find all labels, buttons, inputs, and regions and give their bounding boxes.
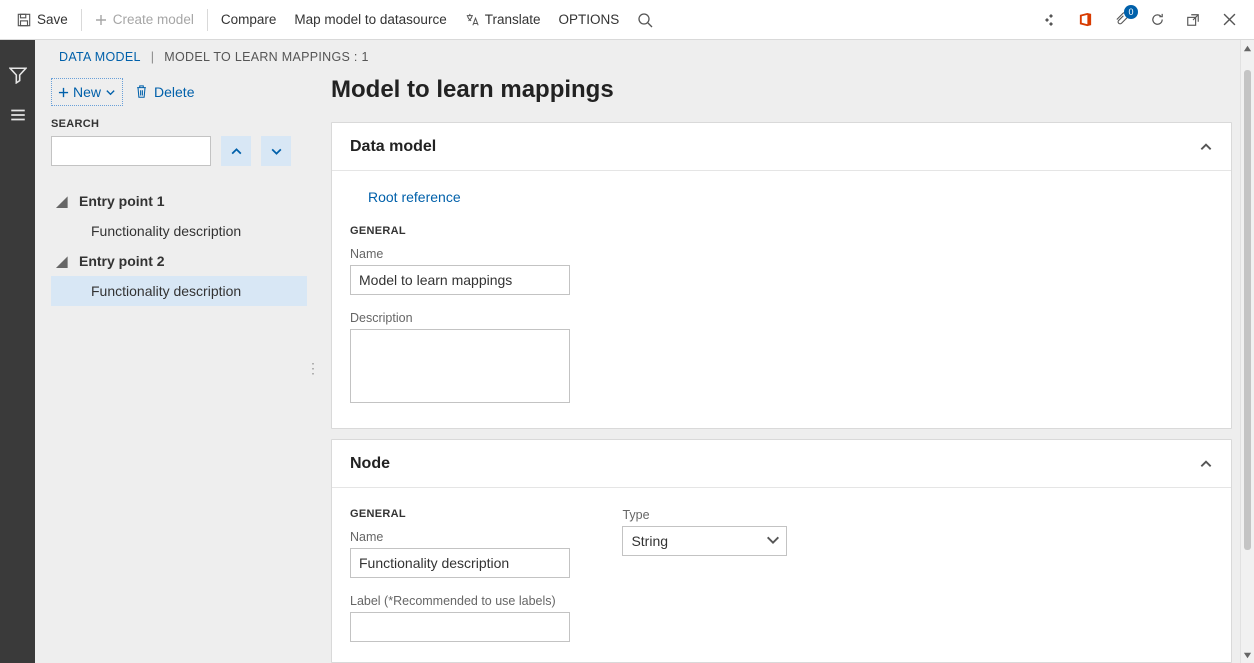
office-icon (1078, 12, 1093, 27)
list-icon (9, 106, 27, 124)
office-icon-button[interactable] (1074, 9, 1096, 31)
options-button[interactable]: OPTIONS (549, 1, 628, 39)
popout-button[interactable] (1182, 9, 1204, 31)
toolbar-divider (81, 9, 82, 31)
tree-node-functionality-1[interactable]: Functionality description (51, 216, 307, 246)
save-label: Save (37, 12, 68, 27)
general-section-label: GENERAL (350, 225, 1213, 237)
refresh-button[interactable] (1146, 9, 1168, 31)
link-icon (1042, 13, 1056, 27)
panel-title: Node (350, 455, 390, 473)
compare-label: Compare (221, 12, 277, 27)
chevron-down-icon (270, 145, 283, 158)
delete-label: Delete (154, 84, 194, 100)
toolbar-search-button[interactable] (628, 1, 662, 39)
tree-collapse-icon[interactable]: ◢ (55, 193, 69, 210)
panel-data-model: Data model Root reference GENERAL Name D… (331, 122, 1232, 429)
tree-label: Entry point 2 (79, 253, 165, 269)
left-rail (0, 40, 35, 663)
name-field-label: Name (350, 247, 1213, 261)
node-type-field-label: Type (622, 508, 787, 522)
chevron-up-icon (230, 145, 243, 158)
tree-label: Functionality description (91, 283, 241, 299)
name-input[interactable] (350, 265, 570, 295)
node-label-field-label: Label (*Recommended to use labels) (350, 594, 570, 608)
panel-title: Data model (350, 138, 436, 156)
map-model-label: Map model to datasource (294, 12, 446, 27)
panel-header-node[interactable]: Node (332, 440, 1231, 488)
refresh-icon (1150, 12, 1165, 27)
node-name-input[interactable] (350, 548, 570, 578)
trash-icon (135, 85, 148, 99)
scroll-thumb[interactable] (1244, 70, 1251, 550)
app-toolbar: Save Create model Compare Map model to d… (0, 0, 1254, 40)
page-title: Model to learn mappings (331, 76, 1232, 104)
tree-collapse-icon[interactable]: ◢ (55, 253, 69, 270)
delete-button[interactable]: Delete (135, 84, 194, 100)
tree-node-functionality-2[interactable]: Functionality description (51, 276, 307, 306)
description-input[interactable] (350, 329, 570, 403)
panel-node: Node GENERAL Name Label (*Recommended to… (331, 439, 1232, 663)
tree-label: Functionality description (91, 223, 241, 239)
save-icon (17, 13, 31, 27)
filter-button[interactable] (9, 66, 27, 84)
node-name-field-label: Name (350, 530, 570, 544)
description-field-label: Description (350, 311, 1213, 325)
tree: ◢ Entry point 1 Functionality descriptio… (51, 186, 307, 306)
search-next-button[interactable] (261, 136, 291, 166)
search-section-label: SEARCH (51, 118, 307, 130)
detail-pane: Model to learn mappings Data model Root … (317, 74, 1236, 663)
panel-header-data-model[interactable]: Data model (332, 123, 1231, 171)
tree-node-entry-point-2[interactable]: ◢ Entry point 2 (51, 246, 307, 276)
save-button[interactable]: Save (8, 1, 77, 39)
create-model-button: Create model (86, 1, 203, 39)
breadcrumb: DATA MODEL | MODEL TO LEARN MAPPINGS : 1 (35, 40, 1254, 74)
plus-icon (95, 14, 107, 26)
scroll-down-arrow[interactable] (1241, 647, 1254, 663)
search-input[interactable] (51, 136, 211, 166)
compare-button[interactable]: Compare (212, 1, 286, 39)
scroll-up-arrow[interactable] (1241, 40, 1254, 56)
create-model-label: Create model (113, 12, 194, 27)
vertical-scrollbar[interactable] (1240, 40, 1254, 663)
translate-button[interactable]: Translate (456, 1, 550, 39)
translate-icon (465, 13, 479, 27)
chevron-up-icon (1199, 140, 1213, 154)
search-icon (637, 12, 653, 28)
tree-node-entry-point-1[interactable]: ◢ Entry point 1 (51, 186, 307, 216)
new-button[interactable]: New (51, 78, 123, 106)
breadcrumb-sep: | (151, 50, 155, 64)
linked-icon-button[interactable] (1038, 9, 1060, 31)
root-reference-link[interactable]: Root reference (368, 189, 461, 205)
tree-label: Entry point 1 (79, 193, 165, 209)
close-button[interactable] (1218, 9, 1240, 31)
map-model-button[interactable]: Map model to datasource (285, 1, 455, 39)
close-icon (1223, 13, 1236, 26)
attachments-button[interactable]: 0 (1110, 9, 1132, 31)
splitter-handle[interactable]: ⋮ (307, 74, 317, 663)
popout-icon (1186, 13, 1200, 27)
chevron-up-icon (1199, 457, 1213, 471)
left-pane: New Delete SEARCH (35, 74, 307, 663)
toolbar-divider (207, 9, 208, 31)
options-label: OPTIONS (558, 12, 619, 27)
filter-icon (9, 66, 27, 84)
window-controls: 0 (1038, 9, 1246, 31)
list-button[interactable] (9, 106, 27, 124)
chevron-down-icon (105, 87, 116, 98)
attachments-badge: 0 (1124, 5, 1138, 19)
node-type-select[interactable] (622, 526, 787, 556)
plus-icon (58, 87, 69, 98)
breadcrumb-current: MODEL TO LEARN MAPPINGS : 1 (164, 50, 368, 64)
new-label: New (73, 84, 101, 100)
translate-label: Translate (485, 12, 541, 27)
search-prev-button[interactable] (221, 136, 251, 166)
breadcrumb-link[interactable]: DATA MODEL (59, 50, 141, 64)
general-section-label: GENERAL (350, 508, 570, 520)
node-label-input[interactable] (350, 612, 570, 642)
